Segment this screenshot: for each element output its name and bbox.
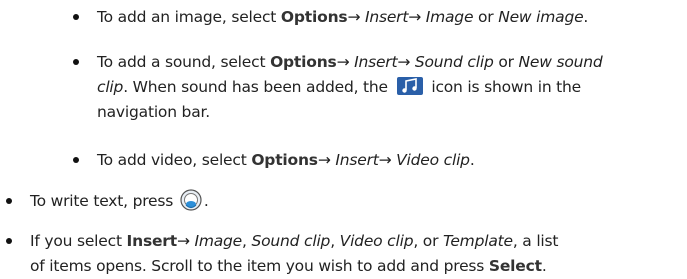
menu-option-text: Video clip [396, 151, 470, 169]
list-item-add-sound: To add a sound, select Options→ Insert→ … [97, 50, 677, 125]
menu-command-text: Insert [126, 232, 178, 250]
text-line: If you select Insert→ Image, Sound clip,… [30, 229, 685, 254]
document-page: To add an image, select Options→ Insert→… [0, 0, 687, 276]
body-text: . [583, 8, 589, 26]
body-text: To write text, press [30, 192, 178, 210]
body-text: To add an image, select [97, 8, 281, 26]
menu-option-text: Image [194, 232, 243, 250]
body-text: → [378, 151, 397, 169]
sound-clip-icon [396, 77, 423, 95]
menu-command-text: Options [280, 8, 348, 26]
text-line: navigation bar. [97, 100, 677, 125]
menu-option-text: New sound [518, 53, 603, 71]
list-item-add-image: To add an image, select Options→ Insert→… [97, 5, 677, 30]
body-text: , [330, 232, 340, 250]
body-text: → [176, 232, 195, 250]
list-item-add-video: To add video, select Options→ Insert→ Vi… [97, 148, 677, 173]
body-text: of items opens. Scroll to the item you w… [30, 257, 489, 275]
body-text: , or [413, 232, 443, 250]
scroll-key-icon [180, 189, 202, 211]
bullet [73, 157, 79, 163]
body-text: → [347, 8, 365, 26]
body-text: If you select [30, 232, 127, 250]
body-text: To add video, select [97, 151, 252, 169]
body-text: . [541, 257, 547, 275]
body-text: → [397, 53, 415, 71]
bullet [6, 238, 12, 244]
menu-option-text: Insert [335, 151, 379, 169]
bullet [73, 14, 79, 20]
list-item-select-insert: If you select Insert→ Image, Sound clip,… [30, 229, 685, 279]
list-item-write-text: To write text, press . [30, 189, 680, 214]
body-text: or [473, 8, 499, 26]
menu-command-text: Select [488, 257, 542, 275]
body-text: icon is shown in the [426, 78, 582, 96]
body-text: or [493, 53, 519, 71]
menu-option-text: New image [498, 8, 584, 26]
menu-command-text: Options [251, 151, 318, 169]
menu-option-text: Sound clip [251, 232, 331, 250]
menu-option-text: clip [97, 78, 124, 96]
body-text: . [469, 151, 475, 169]
body-text: navigation bar. [97, 103, 210, 121]
body-text: To add a sound, select [97, 53, 271, 71]
body-text: . [203, 192, 209, 210]
body-text: → [336, 53, 355, 71]
text-line: clip. When sound has been added, the ico… [97, 75, 677, 100]
menu-option-text: Sound clip [414, 53, 494, 71]
text-line: To add a sound, select Options→ Insert→ … [97, 50, 677, 75]
menu-command-text: Options [270, 53, 337, 71]
menu-option-text: Template [442, 232, 513, 250]
menu-option-text: Insert [364, 8, 409, 26]
menu-option-text: Video clip [339, 232, 414, 250]
menu-option-text: Insert [354, 53, 398, 71]
body-text: , a list [512, 232, 559, 250]
text-line: of items opens. Scroll to the item you w… [30, 254, 685, 279]
menu-option-text: Image [425, 8, 474, 26]
body-text: → [408, 8, 426, 26]
body-text: . When sound has been added, the [123, 78, 393, 96]
bullet [73, 59, 79, 65]
body-text: → [317, 151, 336, 169]
bullet [6, 198, 12, 204]
